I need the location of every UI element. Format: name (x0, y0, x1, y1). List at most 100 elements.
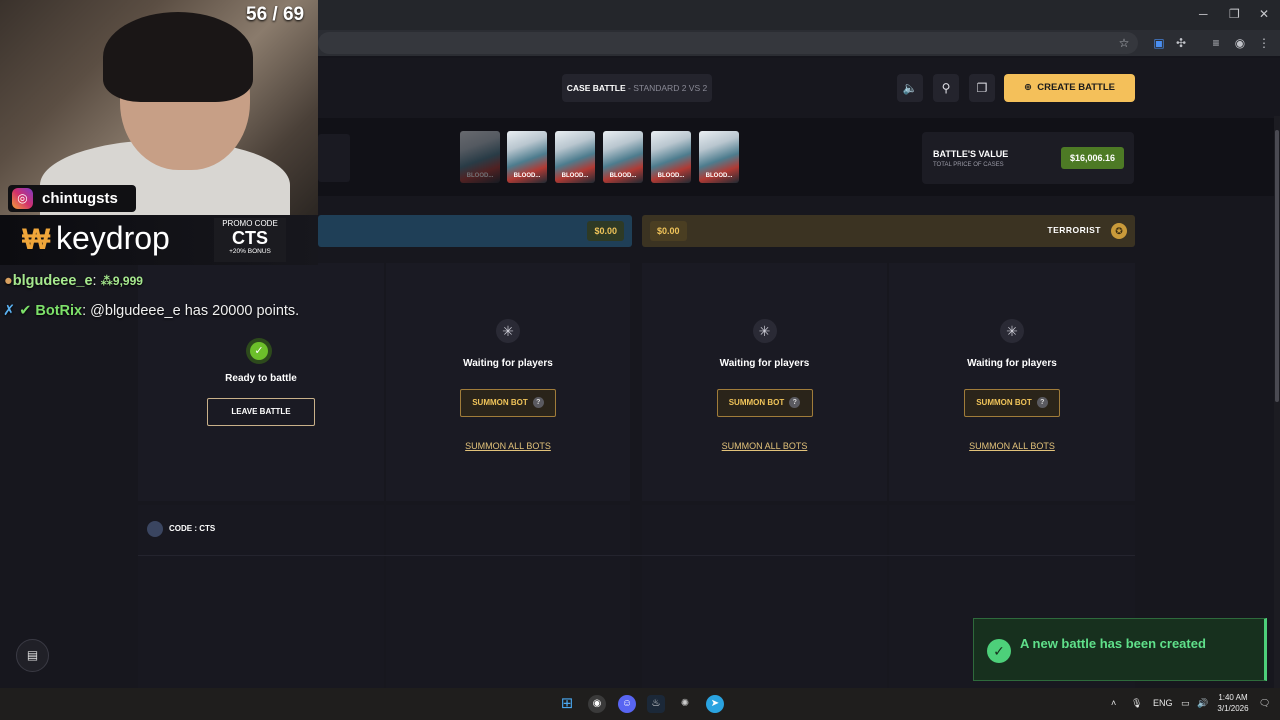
link-icon: ⚲ (941, 81, 951, 95)
promo-bonus: +20% BONUS (229, 248, 271, 255)
player-slot-3: ✳ Waiting for players SUMMON BOT? SUMMON… (642, 263, 887, 501)
minimize-icon[interactable]: ─ (1199, 7, 1208, 21)
system-clock[interactable]: 1:40 AM 3/1/2026 (1213, 692, 1253, 714)
help-icon[interactable]: ? (789, 397, 801, 409)
waiting-text: Waiting for players (967, 358, 1057, 369)
ready-text: Ready to battle (225, 373, 297, 384)
chat-separator: : (92, 273, 97, 289)
summon-all-bots-link[interactable]: SUMMON ALL BOTS (889, 441, 1135, 451)
case-label: BLOOD... (466, 173, 494, 179)
summon-all-bots-link[interactable]: SUMMON ALL BOTS (642, 441, 887, 451)
result-column-3 (642, 505, 887, 688)
loading-spinner-icon: ✳ (1000, 319, 1024, 343)
puzzle-icon[interactable]: ✣ (1173, 35, 1189, 51)
tray-chevron-icon[interactable]: ˄ (1111, 698, 1116, 708)
copy-button[interactable]: ❐ (969, 74, 995, 102)
close-icon[interactable]: ✕ (1259, 7, 1269, 21)
profile-icon[interactable]: ◉ (1232, 35, 1248, 51)
keydrop-logo-icon: ₩ (22, 223, 51, 256)
battle-mode-chip: CASE BATTLE - STANDARD 2 VS 2 (562, 74, 712, 102)
promo-label: PROMO CODE (222, 219, 278, 228)
case-placeholder (318, 134, 350, 182)
check-icon: ✓ (987, 639, 1011, 663)
battle-value-sub: TOTAL PRICE OF CASES (933, 162, 1004, 168)
start-icon[interactable]: ⊞ (558, 695, 576, 713)
avatar (147, 521, 163, 537)
extension-icon[interactable]: ▣ (1151, 35, 1167, 51)
webcam-feed (0, 0, 318, 215)
clock-date: 3/1/2026 (1217, 704, 1249, 713)
address-bar[interactable] (318, 32, 1138, 54)
verified-icon: ✔ (19, 303, 32, 319)
team-ct-amount: $0.00 (587, 221, 624, 241)
points-icon: ⁂ (100, 274, 113, 288)
clock-time: 1:40 AM (1218, 693, 1248, 702)
create-battle-button[interactable]: ⊕ CREATE BATTLE (1004, 74, 1135, 102)
chat-user: BotRix (35, 303, 83, 319)
restore-icon[interactable]: ❐ (1229, 7, 1240, 21)
case-item[interactable]: BLOOD... (603, 131, 643, 183)
waiting-text: Waiting for players (463, 358, 553, 369)
chat-message: ●blgudeee_e: ⁂9,999 (4, 273, 143, 289)
player-slot-4: ✳ Waiting for players SUMMON BOT? SUMMON… (889, 263, 1135, 501)
summon-bot-button[interactable]: SUMMON BOT? (460, 389, 556, 417)
microphone-icon[interactable]: 🎙 (1131, 698, 1142, 709)
summon-bot-label: SUMMON BOT (472, 398, 528, 407)
copy-icon: ❐ (976, 81, 988, 95)
link-button[interactable]: ⚲ (933, 74, 959, 102)
chrome-icon[interactable]: ◉ (588, 695, 606, 713)
discord-icon[interactable]: ☺ (618, 695, 636, 713)
battle-value-title: BATTLE'S VALUE (933, 149, 1009, 159)
sound-button[interactable]: 🔈 (897, 74, 923, 102)
summon-bot-button[interactable]: SUMMON BOT? (716, 389, 813, 417)
menu-icon[interactable]: ⋮ (1256, 35, 1272, 51)
case-item[interactable]: BLOOD... (699, 131, 739, 183)
case-item[interactable]: BLOOD... (555, 131, 595, 183)
code-label: CODE : CTS (169, 524, 216, 534)
case-counter: 56 / 69 (246, 4, 305, 25)
notification-icon[interactable]: 🗨 (1259, 698, 1270, 709)
summon-bot-button[interactable]: SUMMON BOT? (964, 389, 1060, 417)
windows-taskbar: ⊞ ◉ ☺ ♨ ✺ ➤ ˄ 🎙 ENG ▭ 🔊 1:40 AM 3/1/2026… (0, 688, 1280, 720)
battle-value-amount: $16,006.16 (1061, 147, 1124, 169)
telegram-icon[interactable]: ➤ (706, 695, 724, 713)
mode-label: CASE BATTLE (566, 83, 626, 93)
case-item[interactable]: BLOOD... (507, 131, 547, 183)
instagram-handle: chintugsts (42, 190, 118, 207)
scrollbar-thumb[interactable] (1275, 130, 1279, 402)
app-icon[interactable]: ✺ (676, 695, 694, 713)
leave-battle-button[interactable]: LEAVE BATTLE (207, 398, 315, 426)
steam-icon[interactable]: ♨ (647, 695, 665, 713)
cookie-icon: ● (4, 273, 13, 289)
sponsor-banner: ₩ keydrop PROMO CODE CTS +20% BONUS (0, 215, 318, 265)
network-icon[interactable]: ▭ (1181, 698, 1190, 709)
help-icon[interactable]: ? (532, 397, 544, 409)
summon-bot-label: SUMMON BOT (976, 398, 1032, 407)
case-item[interactable]: BLOOD... (460, 131, 500, 183)
promo-code: CTS (232, 228, 268, 248)
chat-bubble-button[interactable]: ▤ (16, 639, 49, 672)
loading-spinner-icon: ✳ (496, 319, 520, 343)
star-icon[interactable]: ☆ (1116, 35, 1132, 51)
case-label: BLOOD... (561, 173, 589, 179)
player-slot-2: ✳ Waiting for players SUMMON BOT? SUMMON… (386, 263, 630, 501)
result-column-2 (386, 505, 630, 688)
chat-icon: ▤ (26, 648, 39, 662)
case-label: BLOOD... (513, 173, 541, 179)
sound-icon: 🔈 (902, 81, 918, 95)
chat-user: blgudeee_e (12, 273, 93, 289)
player-slot-1: ✓ Ready to battle LEAVE BATTLE (138, 263, 384, 501)
sword-icon: ✗ (3, 303, 16, 319)
help-icon[interactable]: ? (1036, 397, 1048, 409)
summon-bot-label: SUMMON BOT (728, 398, 785, 407)
case-label: BLOOD... (609, 173, 637, 179)
chat-points: 9,999 (112, 274, 143, 288)
volume-icon[interactable]: 🔊 (1197, 698, 1208, 709)
case-item[interactable]: BLOOD... (651, 131, 691, 183)
player-code-chip: CODE : CTS (147, 521, 215, 537)
divider (138, 555, 1135, 556)
language-indicator[interactable]: ENG (1153, 698, 1173, 708)
page-scrollbar[interactable] (1274, 116, 1280, 688)
media-icon[interactable]: ≡ (1208, 35, 1224, 51)
summon-all-bots-link[interactable]: SUMMON ALL BOTS (386, 441, 630, 451)
